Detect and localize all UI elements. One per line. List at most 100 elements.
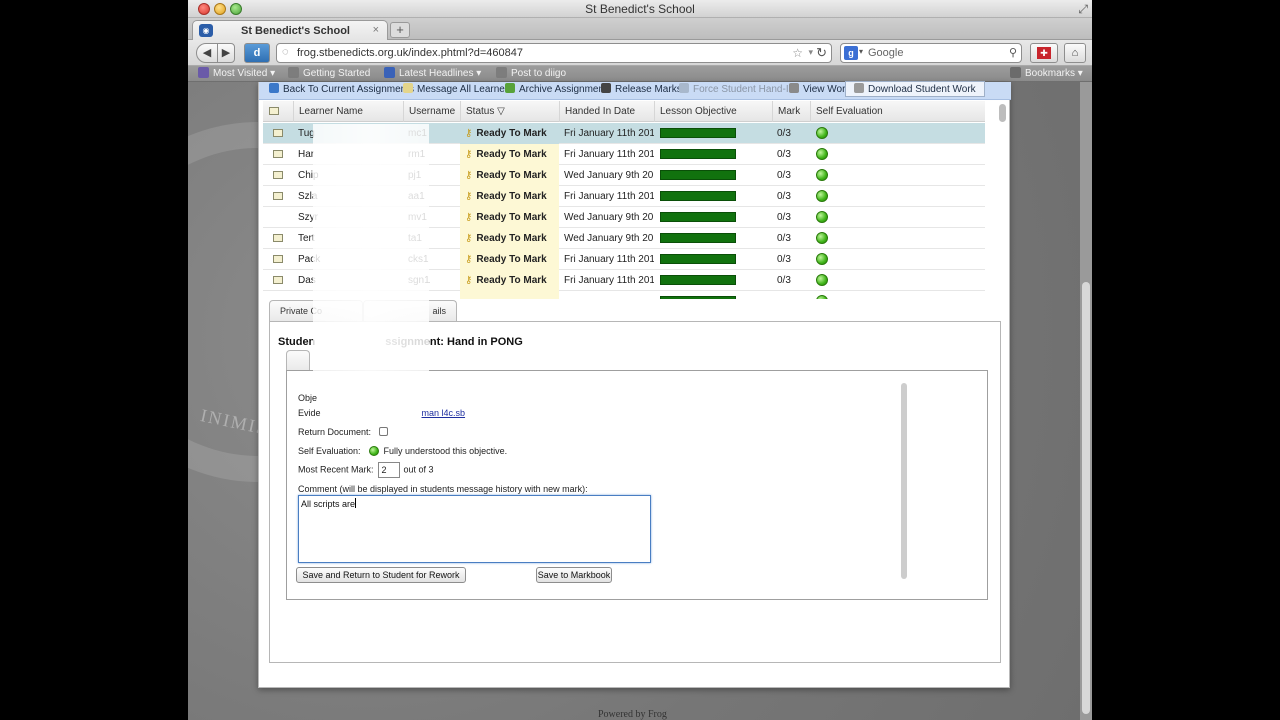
home-button[interactable]: ⌂	[1064, 43, 1086, 63]
bookmark-latest-headlines[interactable]: Latest Headlines ▾	[384, 67, 481, 79]
mark-cell: 0/3	[777, 212, 791, 223]
self-evaluation-cell	[810, 228, 985, 249]
header-learner-name[interactable]: Learner Name	[293, 101, 403, 122]
table-row[interactable]: Tug mc1 ⚷ Ready To Mark Fri January 11th 201…	[263, 123, 985, 144]
evidence-row: Evide man l4c.sb	[298, 408, 465, 418]
header-status[interactable]: Status ▽	[460, 101, 559, 122]
envelope-icon[interactable]	[273, 171, 283, 179]
bookmark-post-to-diigo[interactable]: Post to diigo	[496, 67, 566, 79]
mark-cell: 0/3	[777, 170, 791, 181]
return-document-checkbox[interactable]	[379, 427, 389, 436]
username-cell: mc1	[408, 128, 427, 139]
tab-details[interactable]: ails	[363, 300, 457, 321]
back-to-assignments-button[interactable]: Back To Current Assignments	[269, 83, 414, 95]
header-message-col[interactable]	[263, 101, 293, 122]
frog-favicon-icon: ◉	[199, 24, 213, 37]
header-mark[interactable]: Mark	[772, 101, 810, 122]
url-bar[interactable]: ◌ frog.stbenedicts.org.uk/index.phtml?d=…	[276, 43, 832, 63]
hand-in-icon	[679, 83, 689, 93]
status-cell: ⚷ Ready To Mark	[460, 123, 559, 144]
header-username[interactable]: Username	[403, 101, 460, 122]
green-status-icon	[816, 169, 828, 181]
objective-progress-cell	[654, 291, 772, 299]
bookmark-getting-started[interactable]: Getting Started	[288, 67, 370, 79]
table-row[interactable]: Chip pj1 ⚷Ready To Mark Wed January 9th 201…	[263, 165, 985, 186]
header-objective[interactable]: Lesson Objective complete	[654, 101, 772, 138]
page-scroll-thumb[interactable]	[1082, 282, 1090, 714]
evidence-link[interactable]: man l4c.sb	[422, 408, 466, 418]
bookmark-star-icon[interactable]: ☆	[792, 46, 803, 60]
tab-st-benedicts[interactable]: ◉ St Benedict's School ×	[192, 20, 388, 41]
status-text: Ready To Mark	[476, 128, 547, 139]
table-row[interactable]	[263, 291, 985, 299]
header-self-evaluation[interactable]: Self Evaluation	[810, 101, 985, 122]
self-evaluation-row: Self Evaluation: Fully understood this ob…	[298, 446, 507, 456]
header-handed-in-date[interactable]: Handed In Date	[559, 101, 654, 122]
form-scrollbar[interactable]	[901, 383, 907, 579]
table-row[interactable]: Szla aa1 ⚷ Ready To Mark Fri January 11th 20…	[263, 186, 985, 207]
bookmarks-toolbar: Most Visited ▾ Getting Started Latest He…	[188, 66, 1092, 82]
table-scroll-thumb[interactable]	[999, 104, 1006, 122]
bookmarks-menu[interactable]: Bookmarks ▾	[1010, 67, 1083, 79]
url-text[interactable]: frog.stbenedicts.org.uk/index.phtml?d=46…	[297, 47, 523, 59]
username-cell: rm1	[408, 149, 426, 160]
url-history-dropdown-icon[interactable]: ▾	[808, 47, 813, 58]
table-row[interactable]: Pack cks1 ⚷ Ready To Mark Fri January 11th 2…	[263, 249, 985, 270]
text-caret	[355, 498, 357, 508]
handed-in-date-cell: Fri January 11th 2013	[564, 149, 654, 160]
search-input[interactable]: Google	[868, 47, 903, 59]
mark-cell: 0/3	[777, 275, 791, 286]
search-bar[interactable]: g ▾ Google ⚲	[840, 43, 1022, 63]
username-cell	[403, 291, 460, 299]
objective-tab[interactable]	[286, 350, 310, 370]
new-tab-button[interactable]: +	[390, 22, 410, 38]
search-icon[interactable]: ⚲	[1009, 46, 1017, 59]
force-hand-in-button[interactable]: Force Student Hand-In	[679, 83, 794, 95]
addon-button[interactable]: ✚	[1030, 43, 1058, 63]
tab-private-comments[interactable]: Private Co	[269, 300, 363, 321]
tab-close-icon[interactable]: ×	[373, 24, 379, 36]
page-scrollbar[interactable]	[1080, 82, 1092, 720]
save-return-rework-button[interactable]: Save and Return to Student for Rework	[296, 567, 466, 583]
view-work-button[interactable]: View Work	[789, 83, 850, 95]
status-text: Ready To Mark	[476, 233, 547, 244]
green-status-icon	[816, 148, 828, 160]
frog-toolbar-button[interactable]: d	[244, 43, 270, 63]
save-to-markbook-button[interactable]: Save to Markbook	[536, 567, 612, 583]
back-button[interactable]: ◀	[196, 43, 218, 63]
detail-heading: Studen ssignment: Hand in PONG	[278, 336, 523, 348]
bookmark-most-visited[interactable]: Most Visited ▾	[198, 67, 275, 79]
status-cell	[460, 291, 559, 299]
reload-icon[interactable]: ↻	[816, 45, 827, 61]
comment-textarea[interactable]: All scripts are	[298, 495, 651, 563]
comment-label: Comment (will be displayed in students m…	[298, 484, 588, 494]
google-icon[interactable]: g	[844, 46, 858, 60]
username-cell: sgn1	[408, 275, 430, 286]
table-scrollbar[interactable]	[999, 104, 1007, 304]
table-row[interactable]: Tert ta1 ⚷Ready To Mark Wed January 9th 201…	[263, 228, 985, 249]
envelope-icon[interactable]	[273, 255, 283, 263]
envelope-icon[interactable]	[273, 150, 283, 158]
learner-name-cell: Har	[298, 149, 315, 160]
mark-input[interactable]: 2	[377, 462, 400, 478]
table-row[interactable]: Szyr mv1 ⚷Ready To Mark Wed January 9th 201…	[263, 207, 985, 228]
handed-in-date-cell: Wed January 9th 2013	[564, 170, 654, 181]
envelope-icon[interactable]	[273, 129, 283, 137]
page-icon	[496, 67, 507, 78]
table-row[interactable]: Har rm1 ⚷ Ready To Mark Fri January 11th 201…	[263, 144, 985, 165]
search-engine-dropdown-icon[interactable]: ▾	[859, 47, 863, 56]
table-row[interactable]: Das sgn1 ⚷ Ready To Mark Fri January 11th 20…	[263, 270, 985, 291]
message-all-button[interactable]: Message All Learners	[403, 83, 513, 95]
envelope-icon[interactable]	[273, 276, 283, 284]
student-detail-box: Studen ssignment: Hand in PONG Obje Evide…	[269, 321, 1001, 663]
message-cell	[263, 144, 293, 165]
envelope-icon[interactable]	[273, 234, 283, 242]
download-work-button[interactable]: Download Student Work	[845, 81, 985, 97]
username-cell: pj1	[408, 170, 422, 181]
bookmark-label: Getting Started	[303, 68, 371, 79]
envelope-icon[interactable]	[273, 192, 283, 200]
forward-button[interactable]: ▶	[217, 43, 235, 63]
release-marks-button[interactable]: Release Marks	[601, 83, 682, 95]
fullscreen-icon[interactable]: ⤢	[1078, 2, 1088, 17]
archive-assignment-button[interactable]: Archive Assignment	[505, 83, 607, 95]
